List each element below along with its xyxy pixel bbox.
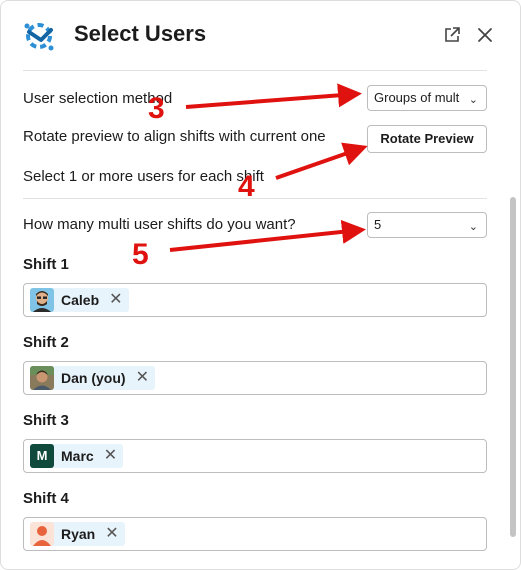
section-divider	[23, 70, 487, 71]
chevron-down-icon: ⌄	[468, 221, 478, 233]
tool-logo-icon	[24, 23, 54, 51]
shift-count-label: How many multi user shifts do you want?	[23, 216, 296, 233]
close-icon[interactable]	[475, 25, 495, 45]
user-chip: Ryan ✕	[30, 522, 125, 546]
avatar	[30, 522, 54, 546]
user-chip-name: Dan (you)	[61, 370, 126, 386]
avatar	[30, 288, 54, 312]
annotation-number-5: 5	[132, 238, 149, 271]
selection-method-select[interactable]: Groups of mult ⌄	[367, 85, 487, 111]
remove-user-icon[interactable]: ✕	[109, 292, 122, 308]
select-users-hint: Select 1 or more users for each shift	[23, 168, 264, 185]
remove-user-icon[interactable]: ✕	[136, 370, 149, 386]
user-chip: Dan (you) ✕	[30, 366, 155, 390]
shift-users-input[interactable]: Caleb ✕	[23, 283, 487, 317]
user-chip: M Marc ✕	[30, 444, 124, 468]
rotate-preview-button[interactable]: Rotate Preview	[367, 125, 487, 153]
user-chip-name: Caleb	[61, 292, 100, 308]
shift-label: Shift 1	[23, 256, 69, 273]
annotation-number-3: 3	[148, 92, 165, 125]
modal-title: Select Users	[74, 21, 207, 46]
chevron-down-icon: ⌄	[468, 94, 478, 106]
shift-users-input[interactable]: M Marc ✕	[23, 439, 487, 473]
shift-label: Shift 3	[23, 412, 69, 429]
avatar: M	[30, 444, 54, 468]
shift-label: Shift 4	[23, 490, 69, 507]
select-users-modal: Select Users User selection method Group…	[0, 0, 521, 570]
shift-users-input[interactable]: Ryan ✕	[23, 517, 487, 551]
shift-label: Shift 2	[23, 334, 69, 351]
shift-users-input[interactable]: Dan (you) ✕	[23, 361, 487, 395]
selection-method-value: Groups of mult	[374, 90, 460, 105]
remove-user-icon[interactable]: ✕	[105, 526, 118, 542]
external-link-icon[interactable]	[442, 25, 462, 45]
annotation-number-4: 4	[238, 170, 255, 203]
section-divider	[23, 198, 487, 199]
avatar	[30, 366, 54, 390]
modal-header: Select Users	[1, 1, 520, 69]
user-chip-name: Ryan	[61, 526, 96, 542]
user-chip-name: Marc	[61, 448, 94, 464]
user-chip: Caleb ✕	[30, 288, 129, 312]
shift-count-value: 5	[374, 217, 382, 232]
remove-user-icon[interactable]: ✕	[104, 448, 117, 464]
scrollbar[interactable]	[510, 197, 516, 537]
shift-count-select[interactable]: 5 ⌄	[367, 212, 487, 238]
rotate-label: Rotate preview to align shifts with curr…	[23, 128, 326, 145]
